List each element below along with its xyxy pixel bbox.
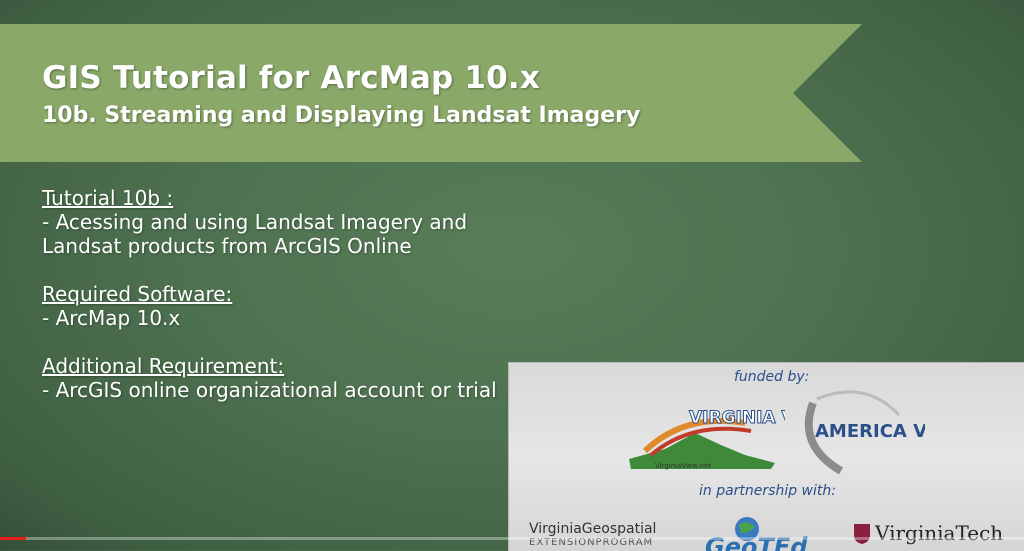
geoted-text: GeoTEd xyxy=(705,533,808,551)
section-line: - Acessing and using Landsat Imagery and xyxy=(42,210,468,234)
partnership-label: in partnership with: xyxy=(699,483,836,499)
video-progress-fill xyxy=(0,537,26,540)
section-line: - ArcGIS online organizational account o… xyxy=(42,378,497,402)
virginia-tech-logo: VirginiaTech xyxy=(853,517,1024,551)
sponsor-logo-panel: funded by: VIRGINIA VIEW VirginiaView.ne… xyxy=(508,362,1024,551)
virginia-tech-text: VirginiaTech xyxy=(875,521,1004,545)
section-heading-requirement: Additional Requirement: xyxy=(42,354,285,378)
video-progress-bar[interactable] xyxy=(0,537,1024,540)
virginia-view-url: VirginiaView.net xyxy=(655,462,711,470)
virginia-view-logo: VIRGINIA VIEW VirginiaView.net xyxy=(629,408,785,470)
section-heading-tutorial: Tutorial 10b : xyxy=(42,186,174,210)
geoted-logo: GeoTEd xyxy=(705,517,808,551)
section-heading-software: Required Software: xyxy=(42,282,233,306)
tutorial-subtitle: 10b. Streaming and Displaying Landsat Im… xyxy=(42,103,641,128)
vgep-logo: VirginiaGeospatial EXTENSIONPROGRAM xyxy=(529,521,656,548)
vgep-text: VirginiaGeospatial xyxy=(529,521,657,537)
tutorial-description: Tutorial 10b : - Acessing and using Land… xyxy=(42,186,497,402)
vt-shield-icon xyxy=(854,524,870,544)
section-line: - ArcMap 10.x xyxy=(42,306,181,330)
america-view-logo: AMERICA VIEW xyxy=(804,390,925,475)
section-line: Landsat products from ArcGIS Online xyxy=(42,234,412,258)
funded-by-label: funded by: xyxy=(734,369,810,385)
america-view-text: AMERICA VIEW xyxy=(815,421,925,442)
tutorial-title: GIS Tutorial for ArcMap 10.x xyxy=(42,60,541,96)
virginia-view-text: VIRGINIA VIEW xyxy=(689,408,785,428)
